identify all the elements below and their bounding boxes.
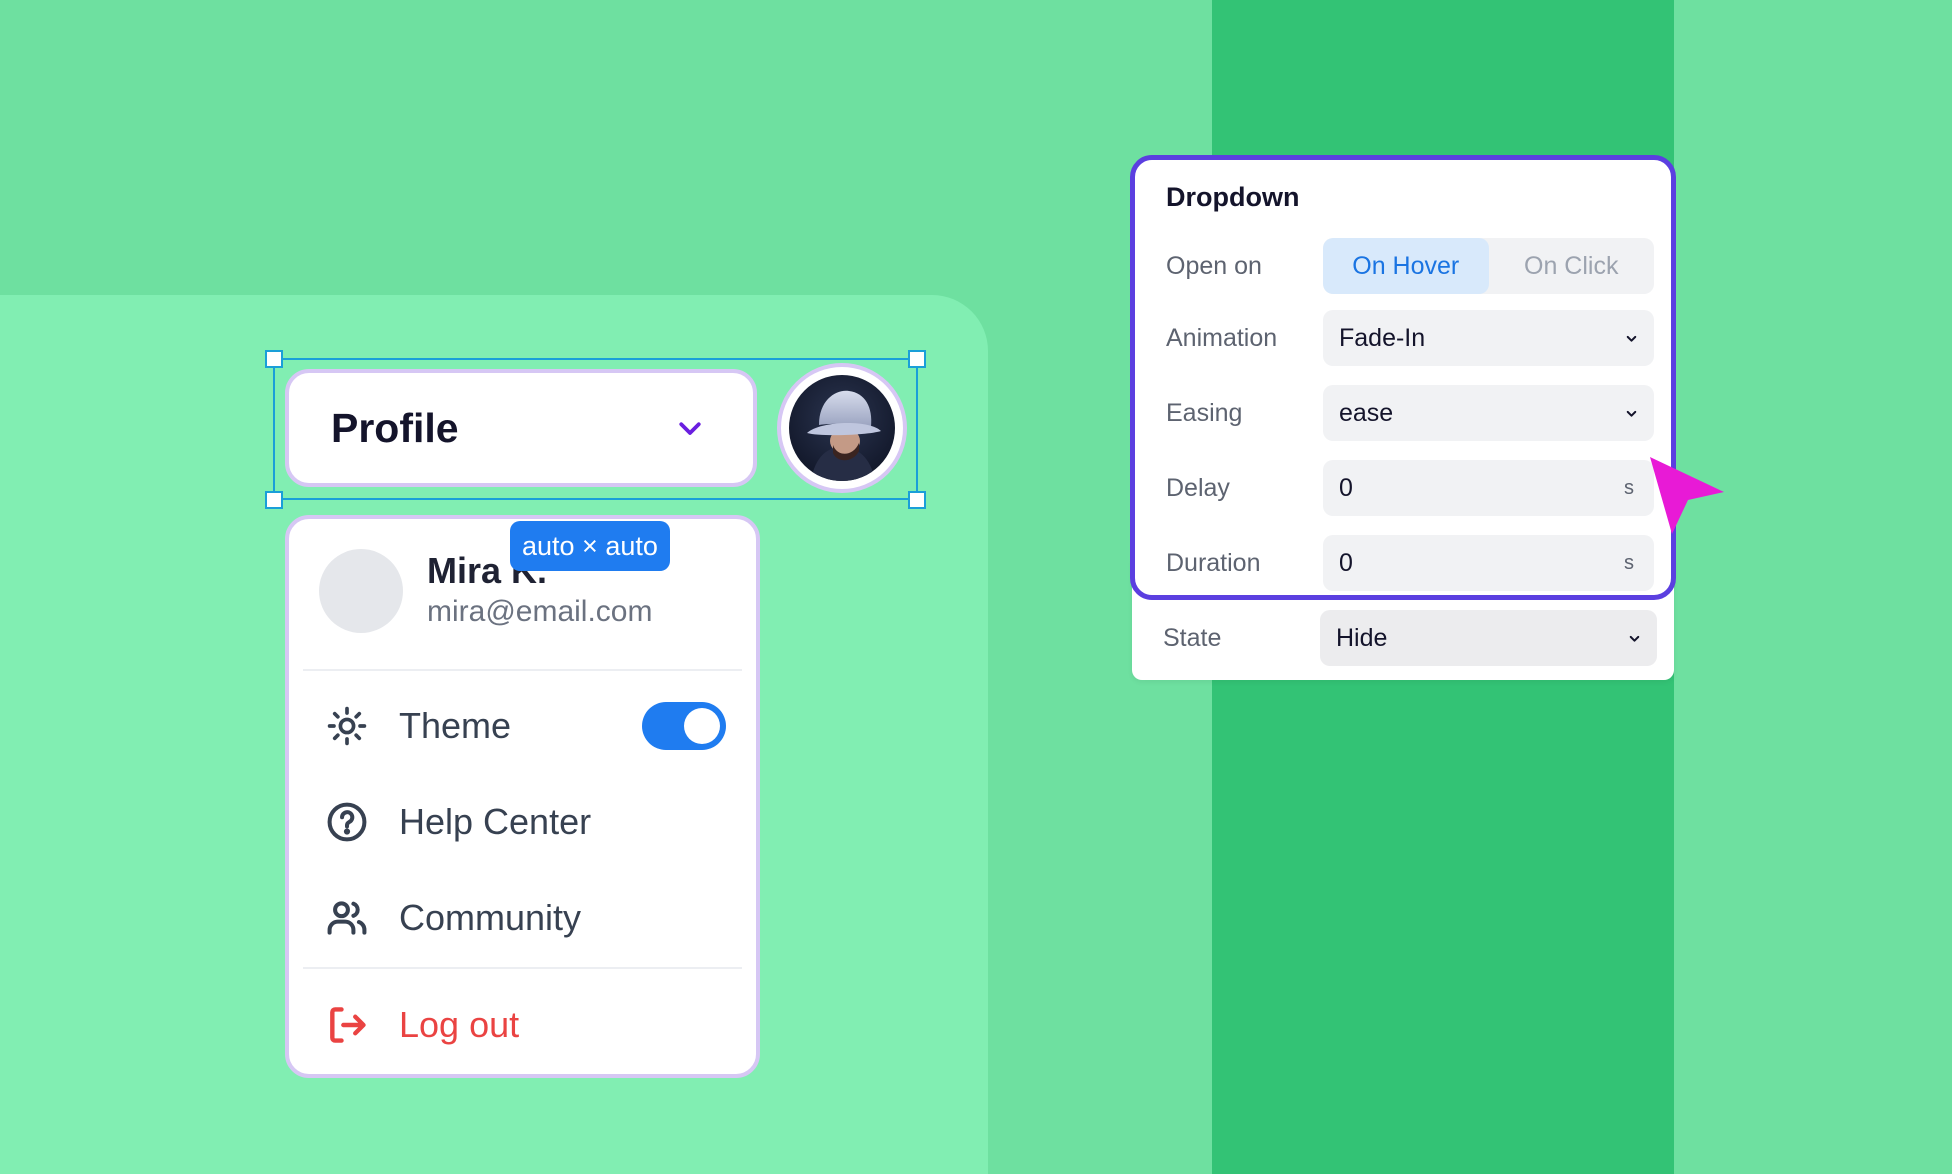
users-icon — [327, 901, 367, 935]
menu-item-help-center[interactable]: Help Center — [325, 792, 726, 852]
user-email: mira@email.com — [427, 595, 653, 628]
delay-value: 0 — [1339, 473, 1353, 502]
chevron-down-icon — [679, 422, 701, 435]
delay-row: Delay 0 s — [1166, 460, 1654, 516]
easing-select[interactable]: ease — [1323, 385, 1654, 441]
logout-label: Log out — [399, 1004, 520, 1045]
animation-label: Animation — [1166, 323, 1278, 352]
chevron-down-icon — [1626, 335, 1637, 342]
open-on-segmented-control: On Hover On Click — [1323, 238, 1654, 294]
animation-select[interactable]: Fade-In — [1323, 310, 1654, 366]
size-badge: auto × auto — [510, 521, 670, 571]
chevron-down-icon — [1629, 635, 1640, 642]
profile-dropdown-trigger[interactable]: Profile — [285, 369, 757, 487]
easing-value: ease — [1339, 398, 1394, 427]
avatar[interactable] — [777, 363, 907, 493]
panel-title: Dropdown — [1166, 182, 1300, 212]
help-circle-icon — [327, 802, 367, 842]
open-on-label: Open on — [1166, 251, 1262, 280]
state-value: Hide — [1336, 623, 1388, 652]
state-select[interactable]: Hide — [1320, 610, 1657, 666]
menu-item-community[interactable]: Community — [325, 888, 726, 948]
sun-icon — [327, 706, 367, 746]
delay-label: Delay — [1166, 473, 1230, 502]
resize-handle-bottom-right[interactable] — [908, 491, 926, 509]
resize-handle-top-right[interactable] — [908, 350, 926, 368]
duration-label: Duration — [1166, 548, 1261, 577]
dropdown-properties-panel: Dropdown Open on On Hover On Click Anima… — [1130, 155, 1676, 600]
open-on-hover-option[interactable]: On Hover — [1323, 238, 1489, 294]
pointer-cursor-icon — [1650, 457, 1724, 534]
resize-handle-bottom-left[interactable] — [265, 491, 283, 509]
menu-item-label: Theme — [399, 705, 512, 746]
state-row: State Hide — [1163, 610, 1657, 666]
menu-divider — [303, 967, 742, 969]
theme-toggle[interactable] — [642, 702, 726, 750]
menu-item-logout[interactable]: Log out — [325, 995, 726, 1055]
menu-item-label: Community — [399, 897, 582, 938]
toggle-knob — [684, 708, 720, 744]
open-on-click-option[interactable]: On Click — [1489, 238, 1655, 294]
profile-label: Profile — [331, 404, 459, 451]
menu-divider — [303, 669, 742, 671]
duration-row: Duration 0 s — [1166, 535, 1654, 591]
delay-unit: s — [1624, 476, 1634, 499]
user-avatar-placeholder — [319, 549, 403, 633]
menu-item-theme[interactable]: Theme — [325, 696, 726, 756]
resize-handle-top-left[interactable] — [265, 350, 283, 368]
open-on-row: Open on On Hover On Click — [1166, 238, 1654, 294]
avatar-photo — [789, 375, 895, 481]
duration-value: 0 — [1339, 548, 1353, 577]
profile-dropdown-menu: Mira K. mira@email.com Theme Help Center… — [285, 515, 760, 1078]
animation-value: Fade-In — [1339, 323, 1426, 352]
duration-input[interactable]: 0 s — [1323, 535, 1654, 591]
animation-row: Animation Fade-In — [1166, 310, 1654, 366]
delay-input[interactable]: 0 s — [1323, 460, 1654, 516]
chevron-down-icon — [1626, 410, 1637, 417]
logout-icon — [330, 1007, 366, 1043]
menu-item-label: Help Center — [399, 801, 592, 842]
easing-row: Easing ease — [1166, 385, 1654, 441]
easing-label: Easing — [1166, 398, 1243, 427]
state-label: State — [1163, 623, 1222, 652]
duration-unit: s — [1624, 551, 1634, 574]
